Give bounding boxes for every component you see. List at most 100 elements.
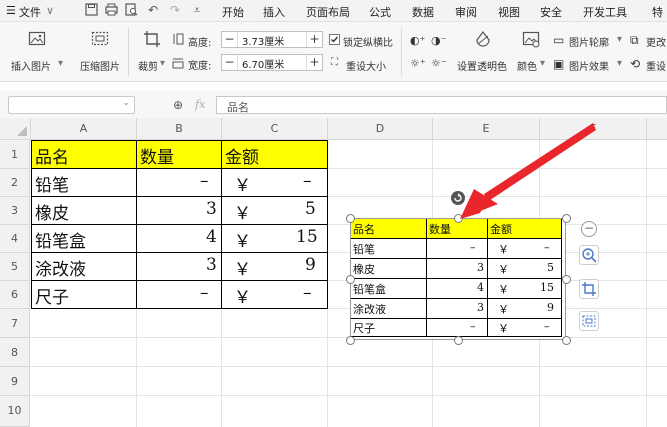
cell-c6-currency[interactable]: ￥	[234, 283, 251, 308]
zoom-icon[interactable]: ⊕	[173, 98, 183, 112]
cell-a4[interactable]: 铅笔盒	[35, 227, 86, 252]
zoom-picture-button[interactable]	[579, 245, 599, 265]
reset-picture-button[interactable]: 重设	[646, 58, 666, 73]
resize-handle-bottom[interactable]	[454, 336, 463, 345]
picture-color-icon[interactable]	[522, 30, 540, 48]
cell-a5[interactable]: 涂改液	[35, 255, 86, 280]
function-icon[interactable]: fx	[195, 98, 205, 111]
spreadsheet-grid[interactable]: A B C D E F 1 2 3 4 5 6 7 8 9 10 品名 数量 金…	[0, 118, 667, 427]
increase-height-button[interactable]: +	[306, 32, 322, 47]
reset-size-button[interactable]: 重设大小	[346, 58, 386, 73]
cell-b2[interactable]: –	[200, 171, 209, 191]
row-header-10[interactable]: 10	[0, 396, 30, 427]
chevron-down-icon[interactable]: ▾	[540, 58, 545, 69]
decrease-width-button[interactable]: −	[222, 55, 238, 70]
row-header-2[interactable]: 2	[0, 169, 30, 197]
decrease-brightness-icon[interactable]: ☼⁻	[431, 57, 447, 70]
column-header-c[interactable]: C	[222, 118, 328, 140]
tab-special[interactable]: 特	[652, 4, 663, 20]
chevron-down-icon[interactable]: ⌄	[122, 98, 130, 108]
picture-outline-icon[interactable]: ▭	[553, 33, 564, 47]
crop-button[interactable]: 裁剪	[138, 58, 158, 73]
print-preview-icon[interactable]	[124, 3, 138, 17]
row-header-3[interactable]: 3	[0, 197, 30, 225]
decrease-height-button[interactable]: −	[222, 32, 238, 47]
reset-picture-icon[interactable]: ⟲	[630, 57, 640, 71]
change-picture-button[interactable]: 更改	[646, 34, 666, 49]
column-header-a[interactable]: A	[31, 118, 137, 140]
cell-c2[interactable]: –	[303, 171, 312, 191]
increase-width-button[interactable]: +	[306, 55, 322, 70]
column-header-g[interactable]	[647, 118, 667, 140]
column-header-d[interactable]: D	[328, 118, 433, 140]
picture-effect-button[interactable]: 图片效果	[569, 58, 609, 73]
redo-icon[interactable]: ↷	[168, 3, 182, 17]
cell-b5[interactable]: 3	[206, 255, 217, 275]
undo-icon[interactable]: ↶	[146, 3, 160, 17]
crop-picture-button[interactable]	[579, 279, 599, 299]
color-button[interactable]: 颜色	[517, 58, 537, 73]
file-menu[interactable]: 文件	[19, 4, 41, 20]
cell-a6[interactable]: 尺子	[35, 283, 69, 308]
formula-input[interactable]: 品名	[216, 96, 667, 114]
increase-brightness-icon[interactable]: ☼⁺	[410, 57, 426, 70]
cell-b6[interactable]: –	[200, 283, 209, 303]
resize-handle-bottom-left[interactable]	[346, 336, 355, 345]
formula-content[interactable]: 品名	[227, 99, 249, 115]
tab-developer[interactable]: 开发工具	[583, 4, 627, 20]
chevron-down-icon[interactable]: ∨	[46, 4, 54, 17]
tab-review[interactable]: 审阅	[455, 4, 477, 20]
tab-security[interactable]: 安全	[540, 4, 562, 20]
chevron-down-icon[interactable]: ▾	[617, 58, 622, 69]
row-header-5[interactable]: 5	[0, 253, 30, 281]
set-transparent-icon[interactable]	[474, 30, 492, 48]
cell-c4[interactable]: 15	[296, 227, 318, 247]
cell-a2[interactable]: 铅笔	[35, 171, 69, 196]
name-box[interactable]: ⌄	[8, 96, 135, 114]
decrease-contrast-icon[interactable]: ◑⁻	[431, 34, 446, 47]
height-stepper[interactable]: − 3.73厘米 +	[221, 31, 323, 48]
increase-contrast-icon[interactable]: ◐⁺	[410, 34, 425, 47]
tab-view[interactable]: 视图	[498, 4, 520, 20]
change-picture-icon[interactable]: ⧉	[630, 33, 639, 48]
chevron-down-icon[interactable]: ▾	[160, 58, 165, 69]
cell-b4[interactable]: 4	[206, 227, 217, 247]
picture-outline-button[interactable]: 图片轮廓	[569, 34, 609, 49]
lock-ratio-label[interactable]: 锁定纵横比	[343, 34, 393, 49]
save-icon[interactable]	[84, 3, 98, 17]
cell-c4-currency[interactable]: ￥	[234, 227, 251, 252]
resize-handle-left[interactable]	[346, 275, 355, 284]
customize-quick-access-icon[interactable]: ⩡	[190, 3, 204, 17]
insert-picture-icon[interactable]	[28, 30, 46, 48]
reset-size-icon[interactable]: ⛶	[331, 57, 338, 68]
column-header-b[interactable]: B	[137, 118, 222, 140]
cell-a1[interactable]: 品名	[35, 143, 69, 168]
tab-page-layout[interactable]: 页面布局	[306, 4, 350, 20]
cell-c6[interactable]: –	[303, 283, 312, 303]
row-header-4[interactable]: 4	[0, 225, 30, 253]
width-value[interactable]: 6.70厘米	[242, 56, 284, 71]
picture-layout-button[interactable]	[579, 311, 599, 331]
picture-effect-icon[interactable]: ▣	[553, 57, 564, 71]
lock-ratio-checkbox[interactable]	[329, 34, 340, 45]
row-header-8[interactable]: 8	[0, 338, 30, 367]
cell-c3[interactable]: 5	[305, 199, 316, 219]
resize-handle-bottom-right[interactable]	[562, 336, 571, 345]
chevron-down-icon[interactable]: ▾	[617, 34, 622, 45]
compress-picture-button[interactable]: 压缩图片	[80, 58, 120, 73]
compress-picture-icon[interactable]	[91, 30, 109, 48]
tab-insert[interactable]: 插入	[263, 4, 285, 20]
cell-c1[interactable]: 金额	[225, 143, 259, 168]
crop-icon[interactable]	[143, 30, 161, 48]
cell-c5-currency[interactable]: ￥	[234, 255, 251, 280]
chevron-down-icon[interactable]: ▾	[58, 58, 63, 69]
row-header-7[interactable]: 7	[0, 309, 30, 338]
cell-c5[interactable]: 9	[305, 255, 316, 275]
hamburger-icon[interactable]: ☰	[6, 4, 16, 17]
insert-picture-button[interactable]: 插入图片	[11, 58, 51, 73]
set-transparent-button[interactable]: 设置透明色	[457, 58, 507, 73]
print-icon[interactable]	[104, 3, 118, 17]
row-header-1[interactable]: 1	[0, 140, 30, 169]
row-header-6[interactable]: 6	[0, 281, 30, 309]
cell-c3-currency[interactable]: ￥	[234, 199, 251, 224]
